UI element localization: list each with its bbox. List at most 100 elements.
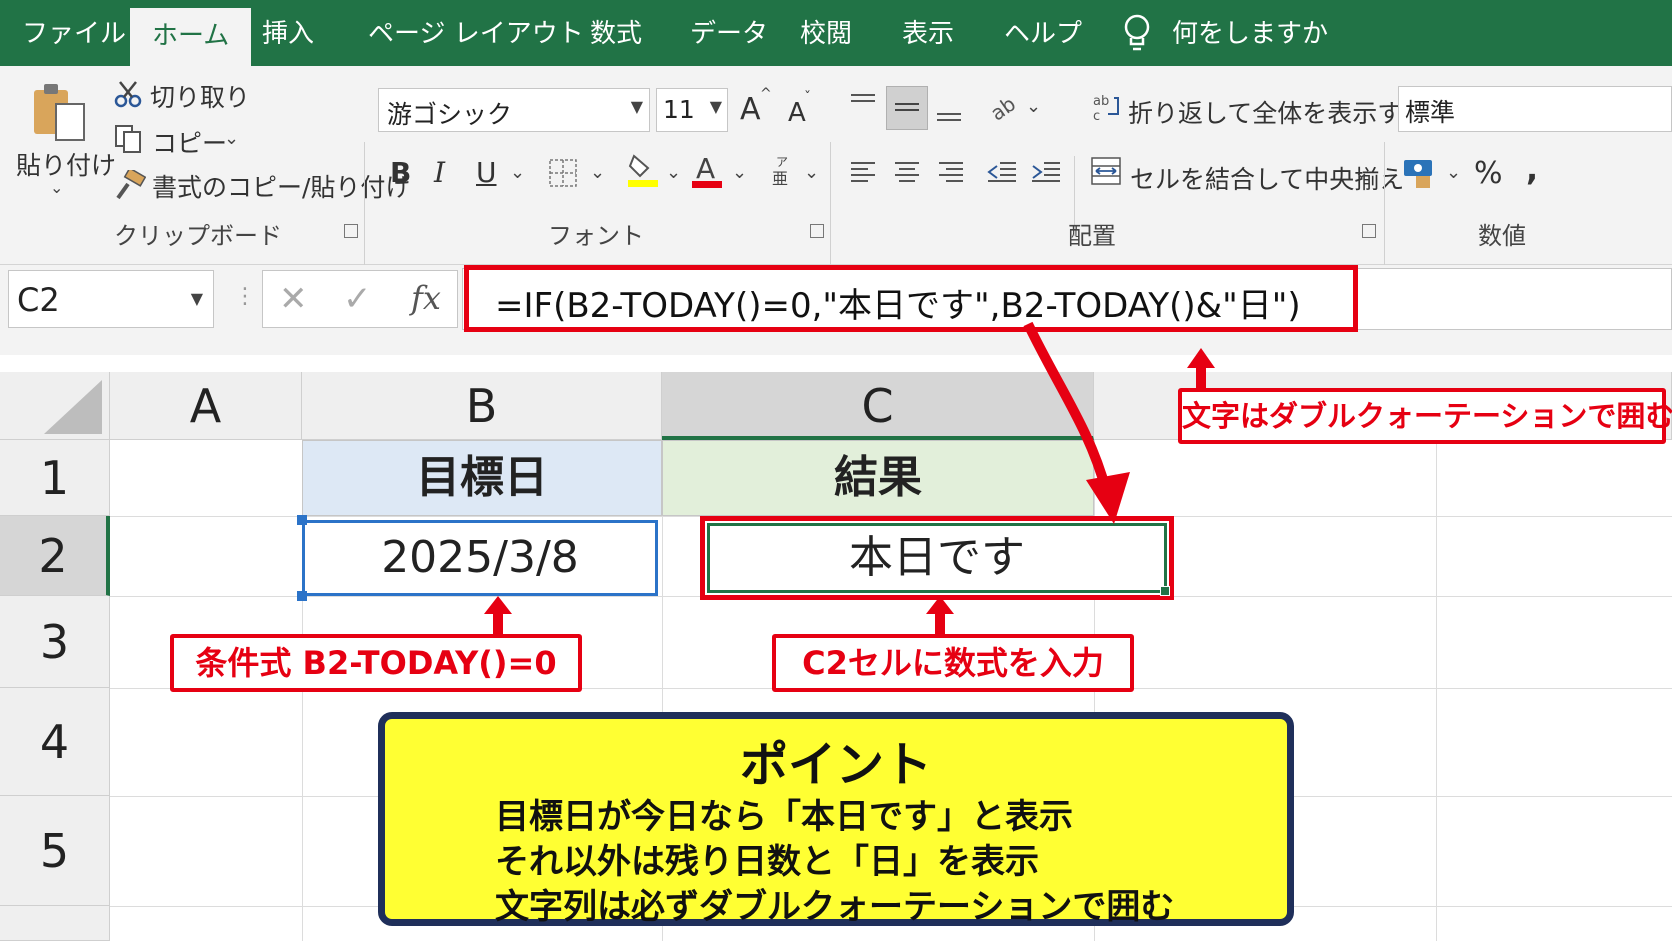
enter-check-icon[interactable]: ✓ <box>343 279 372 319</box>
font-color-dropdown-icon[interactable]: ⌄ <box>732 162 747 183</box>
font-dialog-launcher-icon[interactable] <box>810 224 824 238</box>
clipboard-group-label: クリップボード <box>114 222 282 250</box>
borders-dropdown-icon[interactable]: ⌄ <box>590 162 605 183</box>
number-group-label: 数値 <box>1478 222 1526 250</box>
tab-formulas[interactable]: 数式 <box>590 14 642 54</box>
row-header-5[interactable]: 5 <box>0 796 110 906</box>
tab-page-layout[interactable]: ページ レイアウト <box>368 14 584 54</box>
tab-file[interactable]: ファイル <box>22 14 126 54</box>
copy-button[interactable]: コピー <box>152 124 227 160</box>
fill-color-dropdown-icon[interactable]: ⌄ <box>666 162 681 183</box>
alignment-group-label: 配置 <box>1068 222 1116 250</box>
underline-button[interactable]: U <box>476 156 497 189</box>
font-name-combo[interactable]: 游ゴシック ▼ <box>378 88 650 132</box>
svg-text:ab: ab <box>986 92 1020 124</box>
formula-text: =IF(B2-TODAY()=0,"本日です",B2-TODAY()&"日") <box>495 286 1301 326</box>
range-handle[interactable] <box>297 591 307 601</box>
align-center-icon[interactable] <box>892 158 922 188</box>
format-painter-button[interactable]: 書式のコピー/貼り付け <box>152 168 410 204</box>
font-name-value: 游ゴシック <box>387 100 513 129</box>
cancel-icon[interactable]: ✕ <box>279 279 308 319</box>
paste-button[interactable]: 貼り付け <box>16 146 116 182</box>
lightbulb-icon[interactable] <box>1120 12 1154 54</box>
align-top-icon[interactable] <box>848 90 878 120</box>
point-line-2: それ以外は残り日数と「日」を表示 <box>495 842 1039 882</box>
cell-b2[interactable]: 2025/3/8 <box>302 520 658 596</box>
orientation-dropdown-icon[interactable]: ⌄ <box>1026 96 1041 117</box>
currency-dropdown-icon[interactable]: ⌄ <box>1446 162 1461 183</box>
chevron-down-icon[interactable]: ▼ <box>191 289 203 308</box>
row-header-6[interactable] <box>0 906 110 941</box>
point-line-3: 文字列は必ずダブルクォーテーションで囲む <box>495 887 1175 927</box>
wrap-text-icon: ab c <box>1092 92 1122 124</box>
row-header-2[interactable]: 2 <box>0 516 110 596</box>
formula-buttons: ✕ ✓ fx <box>262 270 458 328</box>
underline-dropdown-icon[interactable]: ⌄ <box>510 162 525 183</box>
copy-dropdown-icon[interactable]: ⌄ <box>224 128 239 149</box>
borders-icon[interactable] <box>548 158 578 188</box>
bold-button[interactable]: B <box>390 156 411 189</box>
phonetic-dropdown-icon[interactable]: ⌄ <box>804 162 819 183</box>
arrow-up-icon <box>926 596 954 636</box>
align-right-icon[interactable] <box>936 158 966 188</box>
paste-dropdown-icon[interactable]: ⌄ <box>50 178 63 197</box>
column-header-b[interactable]: B <box>302 372 662 440</box>
fill-color-icon[interactable] <box>626 152 660 188</box>
comma-style-button[interactable]: , <box>1526 150 1538 188</box>
scissors-icon <box>114 80 142 108</box>
align-middle-icon[interactable] <box>886 86 928 130</box>
font-color-icon[interactable]: A <box>690 152 724 190</box>
svg-text:亜: 亜 <box>772 169 788 188</box>
tab-data[interactable]: データ <box>690 14 768 54</box>
cell-b1[interactable]: 目標日 <box>302 440 662 516</box>
range-handle[interactable] <box>297 515 307 525</box>
grow-font-button[interactable]: A <box>740 92 761 127</box>
tab-home[interactable]: ホーム <box>130 8 252 66</box>
row-header-1[interactable]: 1 <box>0 440 110 516</box>
svg-text:A: A <box>696 152 715 185</box>
merge-dropdown-icon[interactable]: ⌄ <box>1354 162 1369 183</box>
tab-review[interactable]: 校閲 <box>800 14 852 54</box>
copy-icon <box>114 124 144 154</box>
font-group-label: フォント <box>548 222 644 250</box>
row-header-4[interactable]: 4 <box>0 688 110 796</box>
number-format-value: 標準 <box>1405 98 1456 127</box>
formula-input[interactable]: =IF(B2-TODAY()=0,"本日です",B2-TODAY()&"日") <box>464 265 1358 332</box>
alignment-dialog-launcher-icon[interactable] <box>1362 224 1376 238</box>
percent-style-button[interactable]: % <box>1474 156 1503 191</box>
align-bottom-icon[interactable] <box>934 96 964 126</box>
ribbon: 貼り付け ⌄ 切り取り コピー ⌄ 書式のコピー/貼り付け クリップボード 游ゴ… <box>0 66 1672 322</box>
select-all-button[interactable] <box>0 372 110 440</box>
cell-c2[interactable]: 本日です <box>707 523 1167 593</box>
align-left-icon[interactable] <box>848 158 878 188</box>
clipboard-dialog-launcher-icon[interactable] <box>344 224 358 238</box>
cut-button[interactable]: 切り取り <box>150 78 250 114</box>
decrease-indent-icon[interactable] <box>986 158 1018 188</box>
ribbon-tab-bar: ファイル ホーム 挿入 ページ レイアウト 数式 データ 校閲 表示 ヘルプ 何… <box>0 0 1672 66</box>
phonetic-guide-icon[interactable]: ア亜 <box>770 154 796 188</box>
format-painter-icon <box>114 167 147 200</box>
chevron-down-icon[interactable]: ▼ <box>631 97 643 116</box>
tell-me-search[interactable]: 何をしますか <box>1172 14 1328 54</box>
font-size-value: 11 <box>663 95 695 124</box>
insert-function-button[interactable]: fx <box>411 279 441 317</box>
fill-handle[interactable] <box>1160 586 1170 596</box>
row-header-3[interactable]: 3 <box>0 596 110 688</box>
tab-help[interactable]: ヘルプ <box>1004 14 1082 54</box>
column-header-a[interactable]: A <box>110 372 302 440</box>
chevron-down-icon[interactable]: ▼ <box>710 97 722 116</box>
paste-icon[interactable] <box>30 80 85 142</box>
tab-view[interactable]: 表示 <box>902 14 954 54</box>
input-note-callout: C2セルに数式を入力 <box>772 634 1134 692</box>
wrap-text-button[interactable]: 折り返して全体を表示する <box>1128 94 1427 130</box>
currency-icon[interactable] <box>1402 156 1440 190</box>
merge-center-icon <box>1090 156 1122 186</box>
name-box[interactable]: C2 ▼ <box>8 270 214 328</box>
number-format-combo[interactable]: 標準 <box>1398 86 1672 132</box>
italic-button[interactable]: I <box>434 156 445 189</box>
tab-insert[interactable]: 挿入 <box>262 14 314 54</box>
splitter-dots-icon[interactable]: ⋮ <box>234 284 256 309</box>
increase-indent-icon[interactable] <box>1030 158 1062 188</box>
font-size-combo[interactable]: 11 ▼ <box>656 88 728 132</box>
orientation-icon[interactable]: ab <box>986 90 1020 126</box>
